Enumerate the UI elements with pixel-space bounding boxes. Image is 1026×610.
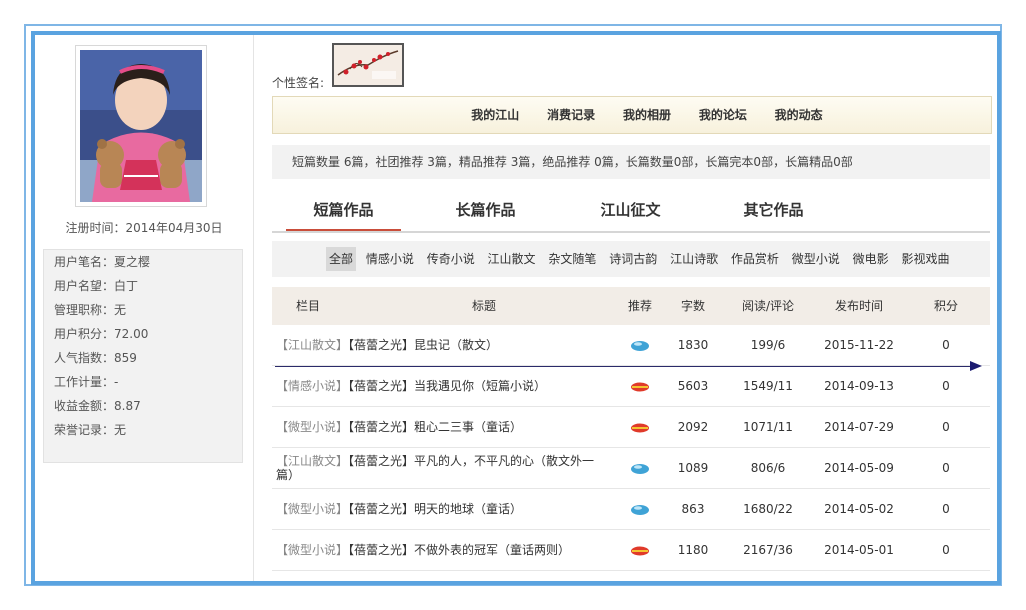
table-row: 【微型小说】【蓓蕾之光】明天的地球（童话） 863 1680/22 2014-0… [272, 489, 990, 530]
nav-my-jiangshan[interactable]: 我的江山 [471, 97, 519, 133]
info-workload: 工作计量：- [54, 375, 119, 389]
row-score: 0 [942, 338, 950, 352]
table-row: 【微型小说】【蓓蕾之光】不做外表的冠军（童话两则） 1180 2167/36 2… [272, 530, 990, 571]
header-reads-comments: 阅读/评论 [741, 299, 795, 313]
works-summary: 短篇数量 6篇，社团推荐 3篇，精品推荐 3篇，绝品推荐 0篇，长篇数量0部，长… [272, 145, 990, 179]
profile-panel: 注册时间：2014年04月30日 用户笔名：夏之樱 用户名望：白丁 管理职称：无… [31, 31, 1001, 585]
row-date: 2015-11-22 [824, 338, 894, 352]
row-score: 0 [942, 543, 950, 557]
category-filter-bar: 全部 情感小说 传奇小说 江山散文 杂文随笔 诗词古韵 江山诗歌 作品赏析 微型… [272, 241, 990, 277]
tab-contest-works[interactable]: 江山征文 [573, 193, 688, 229]
row-reads: 1680/22 [743, 502, 793, 516]
avatar[interactable] [80, 50, 202, 202]
category-classical-poetry[interactable]: 诗词古韵 [606, 247, 660, 271]
row-words: 1180 [677, 543, 709, 557]
header-words: 字数 [680, 299, 705, 313]
table-header: 栏目 标题 推荐 字数 阅读/评论 发布时间 积分 [272, 287, 990, 325]
category-micro-film[interactable]: 微电影 [850, 247, 892, 271]
category-essays[interactable]: 杂文随笔 [545, 247, 599, 271]
header-publish-date: 发布时间 [834, 299, 883, 313]
info-earnings: 收益金额：8.87 [54, 399, 141, 413]
works-tabs: 短篇作品 长篇作品 江山征文 其它作品 [272, 193, 990, 233]
avatar-frame [75, 45, 207, 207]
recommend-blue-icon [612, 489, 668, 529]
info-points: 用户积分：72.00 [54, 327, 149, 341]
row-category-link[interactable]: 【情感小说】 [276, 379, 348, 393]
recommend-red-icon [612, 366, 668, 406]
category-film-drama[interactable]: 影视戏曲 [898, 247, 952, 271]
tab-long-works[interactable]: 长篇作品 [428, 193, 543, 229]
row-date: 2014-05-02 [824, 502, 894, 516]
category-romance-novel[interactable]: 情感小说 [363, 247, 417, 271]
row-reads: 2167/36 [743, 543, 793, 557]
tab-other-works[interactable]: 其它作品 [716, 193, 831, 229]
row-title-link[interactable]: 当我遇见你（短篇小说） [414, 379, 546, 393]
row-words: 2092 [677, 420, 709, 434]
signature-label: 个性签名: [272, 76, 325, 90]
header-score: 积分 [933, 299, 958, 313]
row-date: 2014-09-13 [824, 379, 894, 393]
row-score: 0 [942, 502, 950, 516]
row-title-link[interactable]: 明天的地球（童话） [414, 502, 522, 516]
nav-consumption-records[interactable]: 消费记录 [547, 97, 595, 133]
nav-my-activity[interactable]: 我的动态 [775, 97, 823, 133]
header-recommend: 推荐 [627, 299, 652, 313]
user-info-panel: 用户笔名：夏之樱 用户名望：白丁 管理职称：无 用户积分：72.00 人气指数：… [43, 249, 243, 463]
header-column: 栏目 [295, 299, 320, 313]
row-score: 0 [942, 461, 950, 475]
signature-image [332, 43, 404, 87]
row-date: 2014-05-09 [824, 461, 894, 475]
info-admin-title: 管理职称：无 [54, 303, 127, 317]
recommend-red-icon [612, 407, 668, 447]
row-reads: 1549/11 [743, 379, 793, 393]
table-row: 【江山散文】【蓓蕾之光】昆虫记（散文） 1830 199/6 2015-11-2… [272, 325, 990, 371]
recommend-blue-icon [612, 325, 668, 365]
nav-my-forum[interactable]: 我的论坛 [699, 97, 747, 133]
row-reads: 806/6 [750, 461, 786, 475]
nav-my-album[interactable]: 我的相册 [623, 97, 671, 133]
tab-short-works[interactable]: 短篇作品 [286, 193, 401, 231]
row-category-link[interactable]: 【微型小说】 [276, 502, 348, 516]
row-date: 2014-05-01 [824, 543, 894, 557]
recommend-blue-icon [612, 448, 668, 488]
row-category-link[interactable]: 【江山散文】 [276, 454, 348, 468]
info-pen-name: 用户笔名：夏之樱 [54, 255, 151, 269]
category-all[interactable]: 全部 [326, 247, 357, 271]
category-poetry[interactable]: 江山诗歌 [667, 247, 721, 271]
category-appreciation[interactable]: 作品赏析 [728, 247, 782, 271]
left-sidebar: 注册时间：2014年04月30日 用户笔名：夏之樱 用户名望：白丁 管理职称：无… [35, 35, 254, 581]
row-words: 5603 [677, 379, 709, 393]
category-micro-fiction[interactable]: 微型小说 [789, 247, 843, 271]
row-category-link[interactable]: 【微型小说】 [276, 420, 348, 434]
row-title-link[interactable]: 不做外表的冠军（童话两则） [414, 543, 570, 557]
row-date: 2014-07-29 [824, 420, 894, 434]
table-row: 【情感小说】【蓓蕾之光】当我遇见你（短篇小说） 5603 1549/11 201… [272, 366, 990, 407]
profile-nav-bar: 我的江山 消费记录 我的相册 我的论坛 我的动态 [272, 96, 992, 134]
info-reputation: 用户名望：白丁 [54, 279, 139, 293]
category-legend-novel[interactable]: 传奇小说 [424, 247, 478, 271]
row-words: 863 [681, 502, 705, 516]
table-row: 【微型小说】【蓓蕾之光】粗心二三事（童话） 2092 1071/11 2014-… [272, 407, 990, 448]
works-table: 【江山散文】【蓓蕾之光】昆虫记（散文） 1830 199/6 2015-11-2… [272, 325, 990, 571]
row-score: 0 [942, 420, 950, 434]
row-score: 0 [942, 379, 950, 393]
info-popularity: 人气指数：859 [54, 351, 137, 365]
recommend-red-icon [612, 530, 668, 570]
row-category-link[interactable]: 【微型小说】 [276, 543, 348, 557]
category-prose[interactable]: 江山散文 [485, 247, 539, 271]
table-row: 【江山散文】【蓓蕾之光】平凡的人，不平凡的心（散文外一篇） 1089 806/6… [272, 448, 990, 489]
row-reads: 199/6 [750, 338, 786, 352]
row-words: 1830 [677, 338, 709, 352]
row-title-link[interactable]: 粗心二三事（童话） [414, 420, 522, 434]
main-content: 个性签名: 我的江山 消费记录 我的相册 我的论坛 我的动态 短篇数量 6篇，社… [272, 35, 997, 581]
row-category-link[interactable]: 【江山散文】 [276, 338, 348, 352]
info-honors: 荣誉记录：无 [54, 423, 127, 437]
row-reads: 1071/11 [743, 420, 793, 434]
header-title: 标题 [471, 299, 496, 313]
row-title-link[interactable]: 昆虫记（散文） [414, 338, 498, 352]
row-words: 1089 [677, 461, 709, 475]
register-time: 注册时间：2014年04月30日 [65, 221, 223, 235]
